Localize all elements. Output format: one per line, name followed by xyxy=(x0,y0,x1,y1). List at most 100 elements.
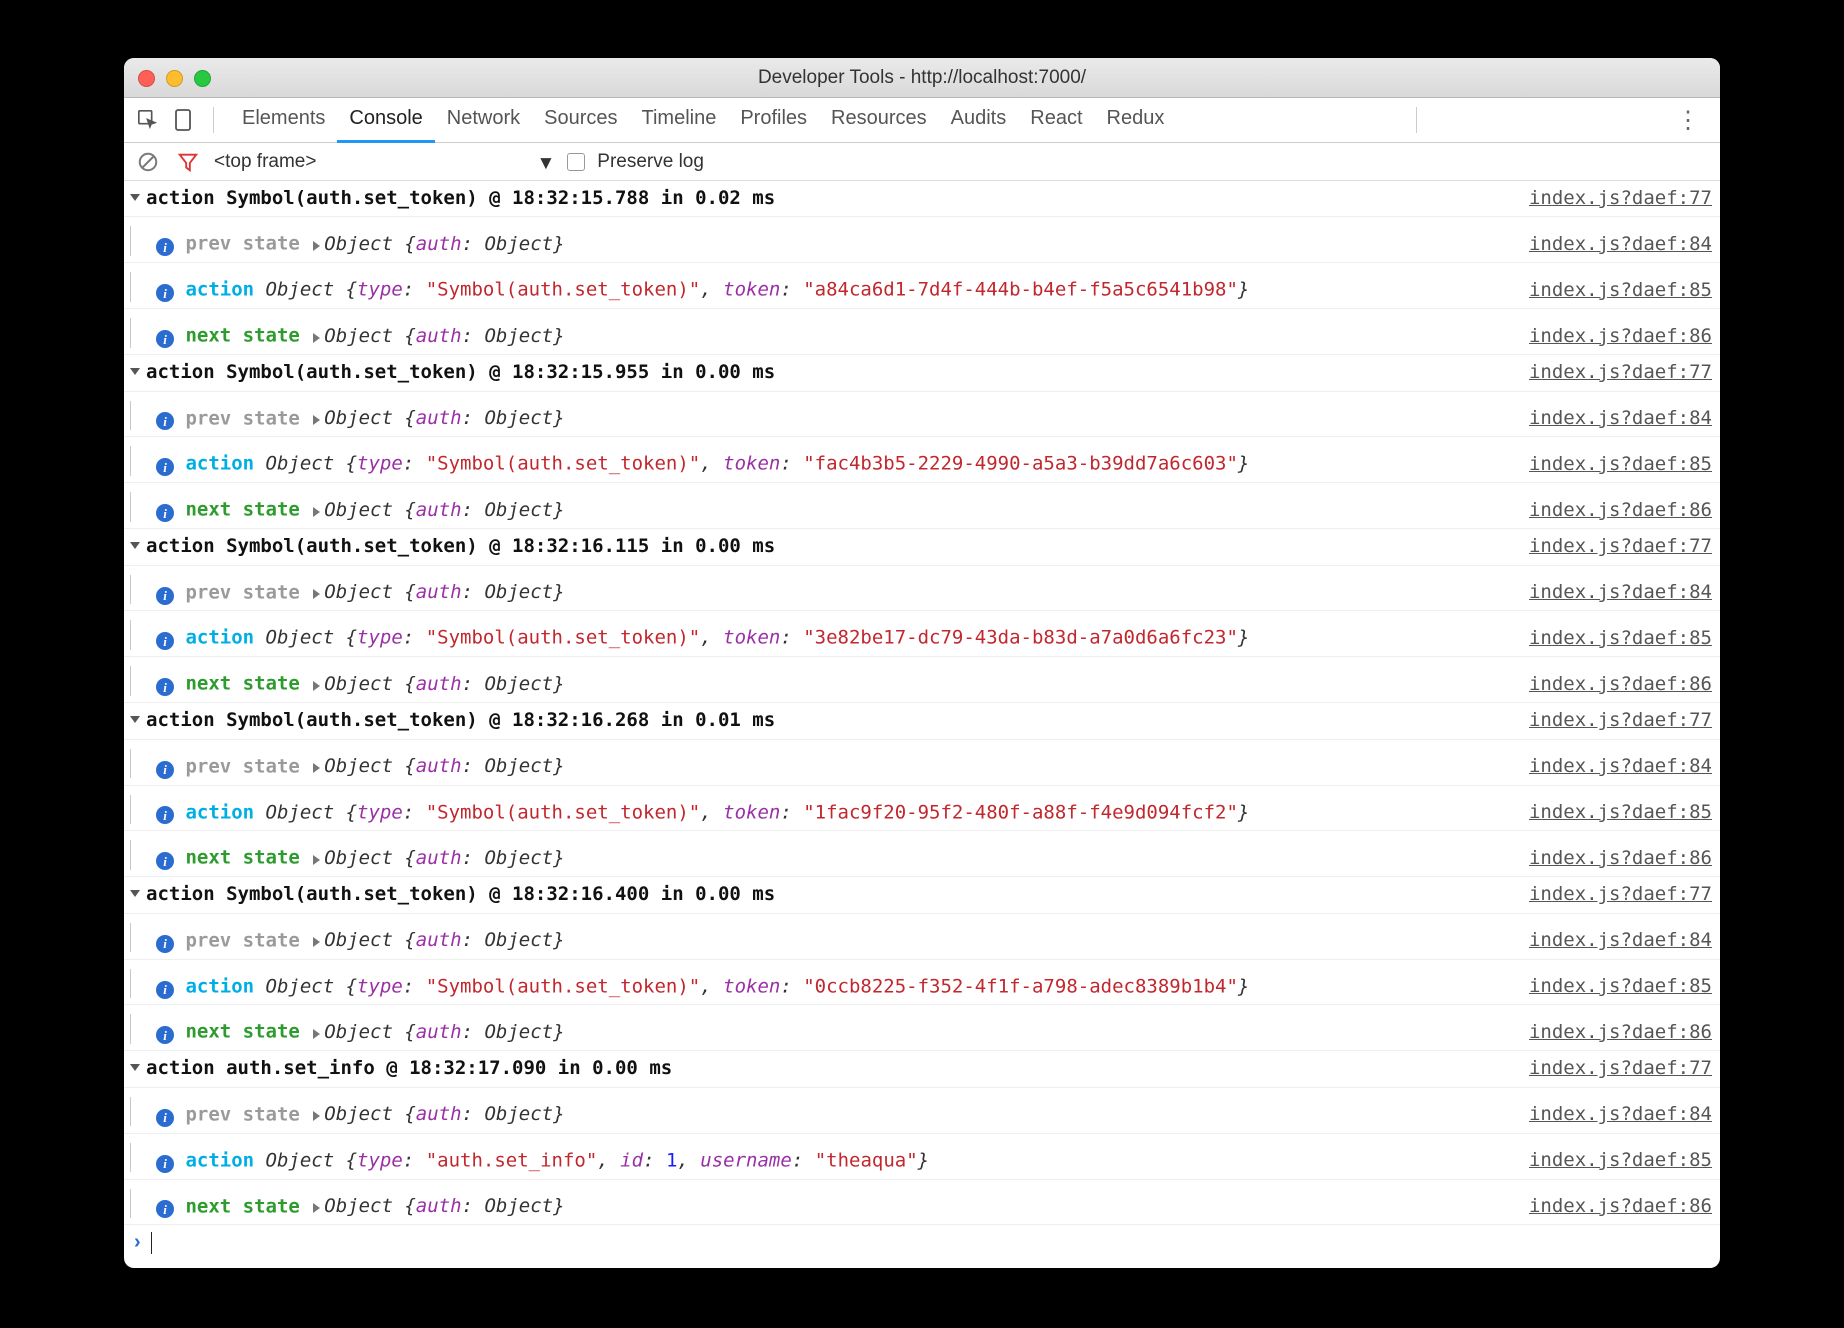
tab-timeline[interactable]: Timeline xyxy=(630,98,729,143)
log-prev-state[interactable]: i prev state Object {auth: Object} xyxy=(130,395,1519,434)
info-icon: i xyxy=(156,981,174,999)
log-next-state[interactable]: i next state Object {auth: Object} xyxy=(130,312,1519,351)
source-link[interactable]: index.js?daef:84 xyxy=(1519,404,1712,433)
log-group-header[interactable]: action Symbol(auth.set_token) @ 18:32:15… xyxy=(130,184,1519,213)
source-link[interactable]: index.js?daef:77 xyxy=(1519,1054,1712,1083)
source-link[interactable]: index.js?daef:86 xyxy=(1519,1192,1712,1221)
source-link[interactable]: index.js?daef:77 xyxy=(1519,532,1712,561)
tab-react[interactable]: React xyxy=(1018,98,1094,143)
info-icon: i xyxy=(156,238,174,256)
info-icon: i xyxy=(156,806,174,824)
log-next-state[interactable]: i next state Object {auth: Object} xyxy=(130,660,1519,699)
info-icon: i xyxy=(156,632,174,650)
source-link[interactable]: index.js?daef:84 xyxy=(1519,230,1712,259)
minimize-icon[interactable] xyxy=(166,70,183,87)
info-icon: i xyxy=(156,1200,174,1218)
source-link[interactable]: index.js?daef:85 xyxy=(1519,624,1712,653)
info-icon: i xyxy=(156,1109,174,1127)
source-link[interactable]: index.js?daef:77 xyxy=(1519,706,1712,735)
log-action[interactable]: i action Object {type: "Symbol(auth.set_… xyxy=(130,614,1519,653)
overflow-menu-icon[interactable]: ⋮ xyxy=(1666,106,1710,135)
source-link[interactable]: index.js?daef:85 xyxy=(1519,276,1712,305)
info-icon: i xyxy=(156,678,174,696)
tab-elements[interactable]: Elements xyxy=(230,98,337,143)
console-prompt[interactable]: › xyxy=(124,1225,1720,1268)
source-link[interactable]: index.js?daef:85 xyxy=(1519,1146,1712,1175)
info-icon: i xyxy=(156,761,174,779)
source-link[interactable]: index.js?daef:85 xyxy=(1519,450,1712,479)
log-group-header[interactable]: action Symbol(auth.set_token) @ 18:32:16… xyxy=(130,880,1519,909)
source-link[interactable]: index.js?daef:84 xyxy=(1519,578,1712,607)
preserve-log-label: Preserve log xyxy=(597,151,704,173)
log-next-state[interactable]: i next state Object {auth: Object} xyxy=(130,834,1519,873)
info-icon: i xyxy=(156,412,174,430)
clear-console-icon[interactable] xyxy=(134,148,162,176)
log-group-header[interactable]: action Symbol(auth.set_token) @ 18:32:16… xyxy=(130,532,1519,561)
tab-resources[interactable]: Resources xyxy=(819,98,939,143)
info-icon: i xyxy=(156,935,174,953)
info-icon: i xyxy=(156,587,174,605)
tab-network[interactable]: Network xyxy=(435,98,532,143)
source-link[interactable]: index.js?daef:84 xyxy=(1519,926,1712,955)
context-selector[interactable]: <top frame> ▼ xyxy=(214,151,555,173)
info-icon: i xyxy=(156,1026,174,1044)
info-icon: i xyxy=(156,330,174,348)
log-prev-state[interactable]: i prev state Object {auth: Object} xyxy=(130,220,1519,259)
traffic-lights xyxy=(138,70,211,87)
log-prev-state[interactable]: i prev state Object {auth: Object} xyxy=(130,1091,1519,1130)
filter-icon[interactable] xyxy=(174,148,202,176)
zoom-icon[interactable] xyxy=(194,70,211,87)
log-next-state[interactable]: i next state Object {auth: Object} xyxy=(130,486,1519,525)
log-prev-state[interactable]: i prev state Object {auth: Object} xyxy=(130,569,1519,608)
log-action[interactable]: i action Object {type: "Symbol(auth.set_… xyxy=(130,266,1519,305)
log-next-state[interactable]: i next state Object {auth: Object} xyxy=(130,1183,1519,1222)
divider xyxy=(1416,107,1417,133)
info-icon: i xyxy=(156,504,174,522)
log-action[interactable]: i action Object {type: "Symbol(auth.set_… xyxy=(130,440,1519,479)
source-link[interactable]: index.js?daef:86 xyxy=(1519,1018,1712,1047)
close-icon[interactable] xyxy=(138,70,155,87)
log-action[interactable]: i action Object {type: "auth.set_info", … xyxy=(130,1137,1519,1176)
source-link[interactable]: index.js?daef:84 xyxy=(1519,1100,1712,1129)
inspect-icon[interactable] xyxy=(134,106,162,134)
log-prev-state[interactable]: i prev state Object {auth: Object} xyxy=(130,743,1519,782)
tab-sources[interactable]: Sources xyxy=(532,98,629,143)
log-prev-state[interactable]: i prev state Object {auth: Object} xyxy=(130,917,1519,956)
devtools-window: Developer Tools - http://localhost:7000/… xyxy=(124,58,1720,1268)
tab-console[interactable]: Console xyxy=(337,98,434,143)
log-action[interactable]: i action Object {type: "Symbol(auth.set_… xyxy=(130,789,1519,828)
log-group-header[interactable]: action auth.set_info @ 18:32:17.090 in 0… xyxy=(130,1054,1519,1083)
chevron-down-icon: ▼ xyxy=(536,153,555,175)
source-link[interactable]: index.js?daef:77 xyxy=(1519,880,1712,909)
source-link[interactable]: index.js?daef:86 xyxy=(1519,322,1712,351)
log-next-state[interactable]: i next state Object {auth: Object} xyxy=(130,1008,1519,1047)
info-icon: i xyxy=(156,458,174,476)
tab-redux[interactable]: Redux xyxy=(1095,98,1177,143)
source-link[interactable]: index.js?daef:86 xyxy=(1519,670,1712,699)
divider xyxy=(213,107,214,133)
source-link[interactable]: index.js?daef:86 xyxy=(1519,844,1712,873)
source-link[interactable]: index.js?daef:84 xyxy=(1519,752,1712,781)
source-link[interactable]: index.js?daef:86 xyxy=(1519,496,1712,525)
log-action[interactable]: i action Object {type: "Symbol(auth.set_… xyxy=(130,963,1519,1002)
source-link[interactable]: index.js?daef:85 xyxy=(1519,798,1712,827)
preserve-log-checkbox[interactable] xyxy=(567,153,585,171)
source-link[interactable]: index.js?daef:77 xyxy=(1519,358,1712,387)
text-cursor xyxy=(151,1232,152,1254)
source-link[interactable]: index.js?daef:77 xyxy=(1519,184,1712,213)
info-icon: i xyxy=(156,284,174,302)
info-icon: i xyxy=(156,852,174,870)
filter-row: <top frame> ▼ Preserve log xyxy=(124,143,1720,181)
source-link[interactable]: index.js?daef:85 xyxy=(1519,972,1712,1001)
log-group-header[interactable]: action Symbol(auth.set_token) @ 18:32:15… xyxy=(130,358,1519,387)
window-title: Developer Tools - http://localhost:7000/ xyxy=(124,67,1720,89)
console-output: action Symbol(auth.set_token) @ 18:32:15… xyxy=(124,181,1720,1225)
tab-profiles[interactable]: Profiles xyxy=(728,98,819,143)
tab-audits[interactable]: Audits xyxy=(939,98,1019,143)
device-toggle-icon[interactable] xyxy=(169,106,197,134)
prompt-caret-icon: › xyxy=(134,1231,141,1254)
title-bar: Developer Tools - http://localhost:7000/ xyxy=(124,58,1720,98)
tabs-row: ElementsConsoleNetworkSourcesTimelinePro… xyxy=(124,98,1720,143)
tabs: ElementsConsoleNetworkSourcesTimelinePro… xyxy=(230,98,1176,143)
log-group-header[interactable]: action Symbol(auth.set_token) @ 18:32:16… xyxy=(130,706,1519,735)
